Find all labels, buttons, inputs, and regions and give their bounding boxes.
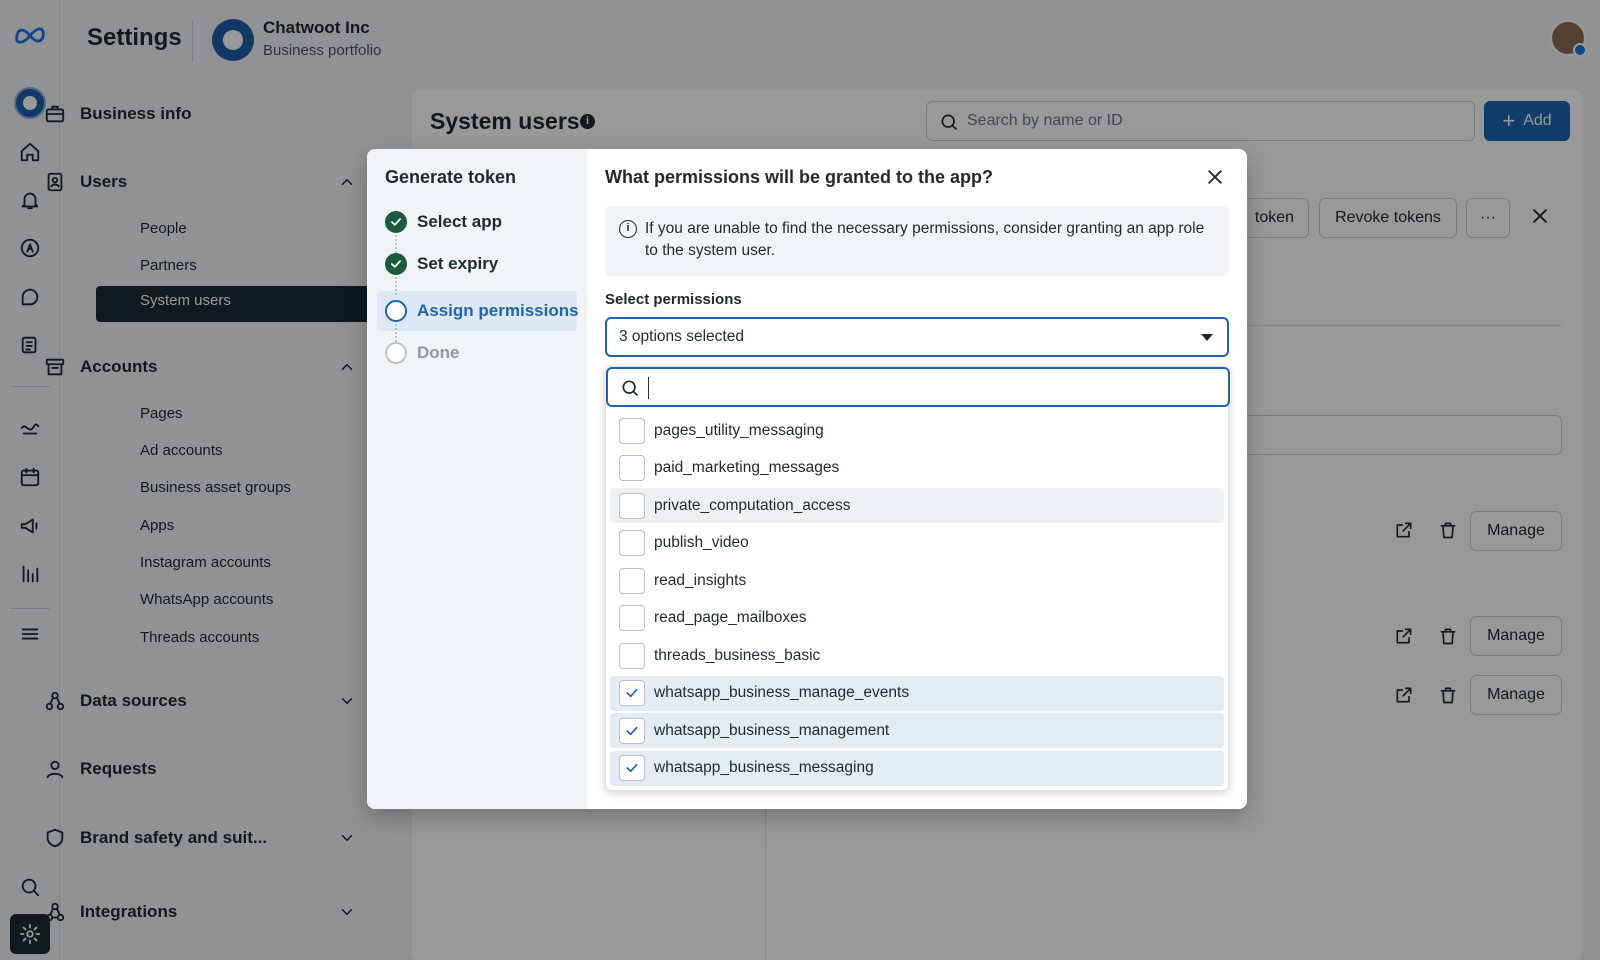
permission-option[interactable]: paid_marketing_messages xyxy=(610,451,1224,486)
generate-token-dialog: Generate token Select app Set expiry Ass… xyxy=(367,149,1247,809)
checkmark-icon xyxy=(626,688,638,698)
permission-label: publish_video xyxy=(654,534,749,551)
info-banner: i If you are unable to find the necessar… xyxy=(605,206,1229,276)
step-select-app[interactable]: Select app xyxy=(385,206,502,238)
check-circle-icon xyxy=(385,211,407,233)
permissions-heading: What permissions will be granted to the … xyxy=(605,167,994,187)
step-label: Done xyxy=(417,343,460,362)
select-value: 3 options selected xyxy=(619,328,744,345)
circle-icon xyxy=(385,300,407,322)
checkbox[interactable] xyxy=(619,455,645,481)
caret-down-icon xyxy=(1201,334,1213,341)
text-cursor xyxy=(648,377,649,399)
permission-label: private_computation_access xyxy=(654,496,851,514)
checkbox-checked[interactable] xyxy=(619,680,645,706)
permission-option[interactable]: read_page_mailboxes xyxy=(610,601,1224,636)
permission-label: threads_business_basic xyxy=(654,646,821,664)
info-text: If you are unable to find the necessary … xyxy=(645,220,1205,259)
permission-label: whatsapp_business_manage_events xyxy=(654,684,910,701)
checkbox-checked[interactable] xyxy=(619,755,645,781)
checkbox[interactable] xyxy=(619,642,645,669)
step-label: Set expiry xyxy=(417,254,499,273)
step-done: Done xyxy=(385,337,460,369)
close-icon[interactable] xyxy=(1205,167,1227,189)
step-connector xyxy=(395,277,397,295)
select-permissions-label: Select permissions xyxy=(605,291,742,308)
permissions-search-input[interactable] xyxy=(606,367,1230,407)
check-circle-icon xyxy=(385,253,407,275)
permission-option[interactable]: whatsapp_business_manage_events xyxy=(610,675,1224,711)
checkbox-checked[interactable] xyxy=(619,717,645,744)
search-icon xyxy=(622,380,639,397)
permission-label: whatsapp_business_management xyxy=(654,721,890,739)
dialog-title: Generate token xyxy=(385,167,517,187)
permission-label: whatsapp_business_messaging xyxy=(654,759,874,776)
permission-option[interactable]: private_computation_access xyxy=(610,488,1224,523)
permission-label: read_insights xyxy=(654,571,747,589)
checkbox[interactable] xyxy=(619,605,645,631)
step-label: Select app xyxy=(417,212,503,231)
permission-label: read_page_mailboxes xyxy=(654,609,807,626)
permission-option[interactable]: whatsapp_business_management xyxy=(610,713,1224,748)
permission-option[interactable]: publish_video xyxy=(610,526,1224,561)
permissions-dropdown: pages_utility_messaging paid_marketing_me… xyxy=(605,366,1230,791)
permission-option[interactable]: threads_business_basic xyxy=(610,638,1224,673)
permission-option[interactable]: whatsapp_business_messaging xyxy=(610,750,1224,786)
checkbox[interactable] xyxy=(619,530,645,556)
checkbox[interactable] xyxy=(619,417,645,444)
info-icon: i xyxy=(619,220,637,238)
permissions-select[interactable]: 3 options selected xyxy=(605,317,1229,357)
permission-label: pages_utility_messaging xyxy=(654,421,824,439)
checkbox[interactable] xyxy=(619,567,645,594)
checkmark-icon xyxy=(626,726,638,735)
step-assign-permissions[interactable]: Assign permissions xyxy=(385,295,579,327)
step-label: Assign permissions xyxy=(417,301,579,320)
checkmark-icon xyxy=(626,763,638,773)
circle-icon xyxy=(385,342,407,364)
permission-label: paid_marketing_messages xyxy=(654,459,840,476)
checkbox[interactable] xyxy=(619,492,645,519)
step-set-expiry[interactable]: Set expiry xyxy=(385,248,498,280)
permission-option[interactable]: pages_utility_messaging xyxy=(610,413,1224,448)
permission-option[interactable]: read_insights xyxy=(610,563,1224,598)
